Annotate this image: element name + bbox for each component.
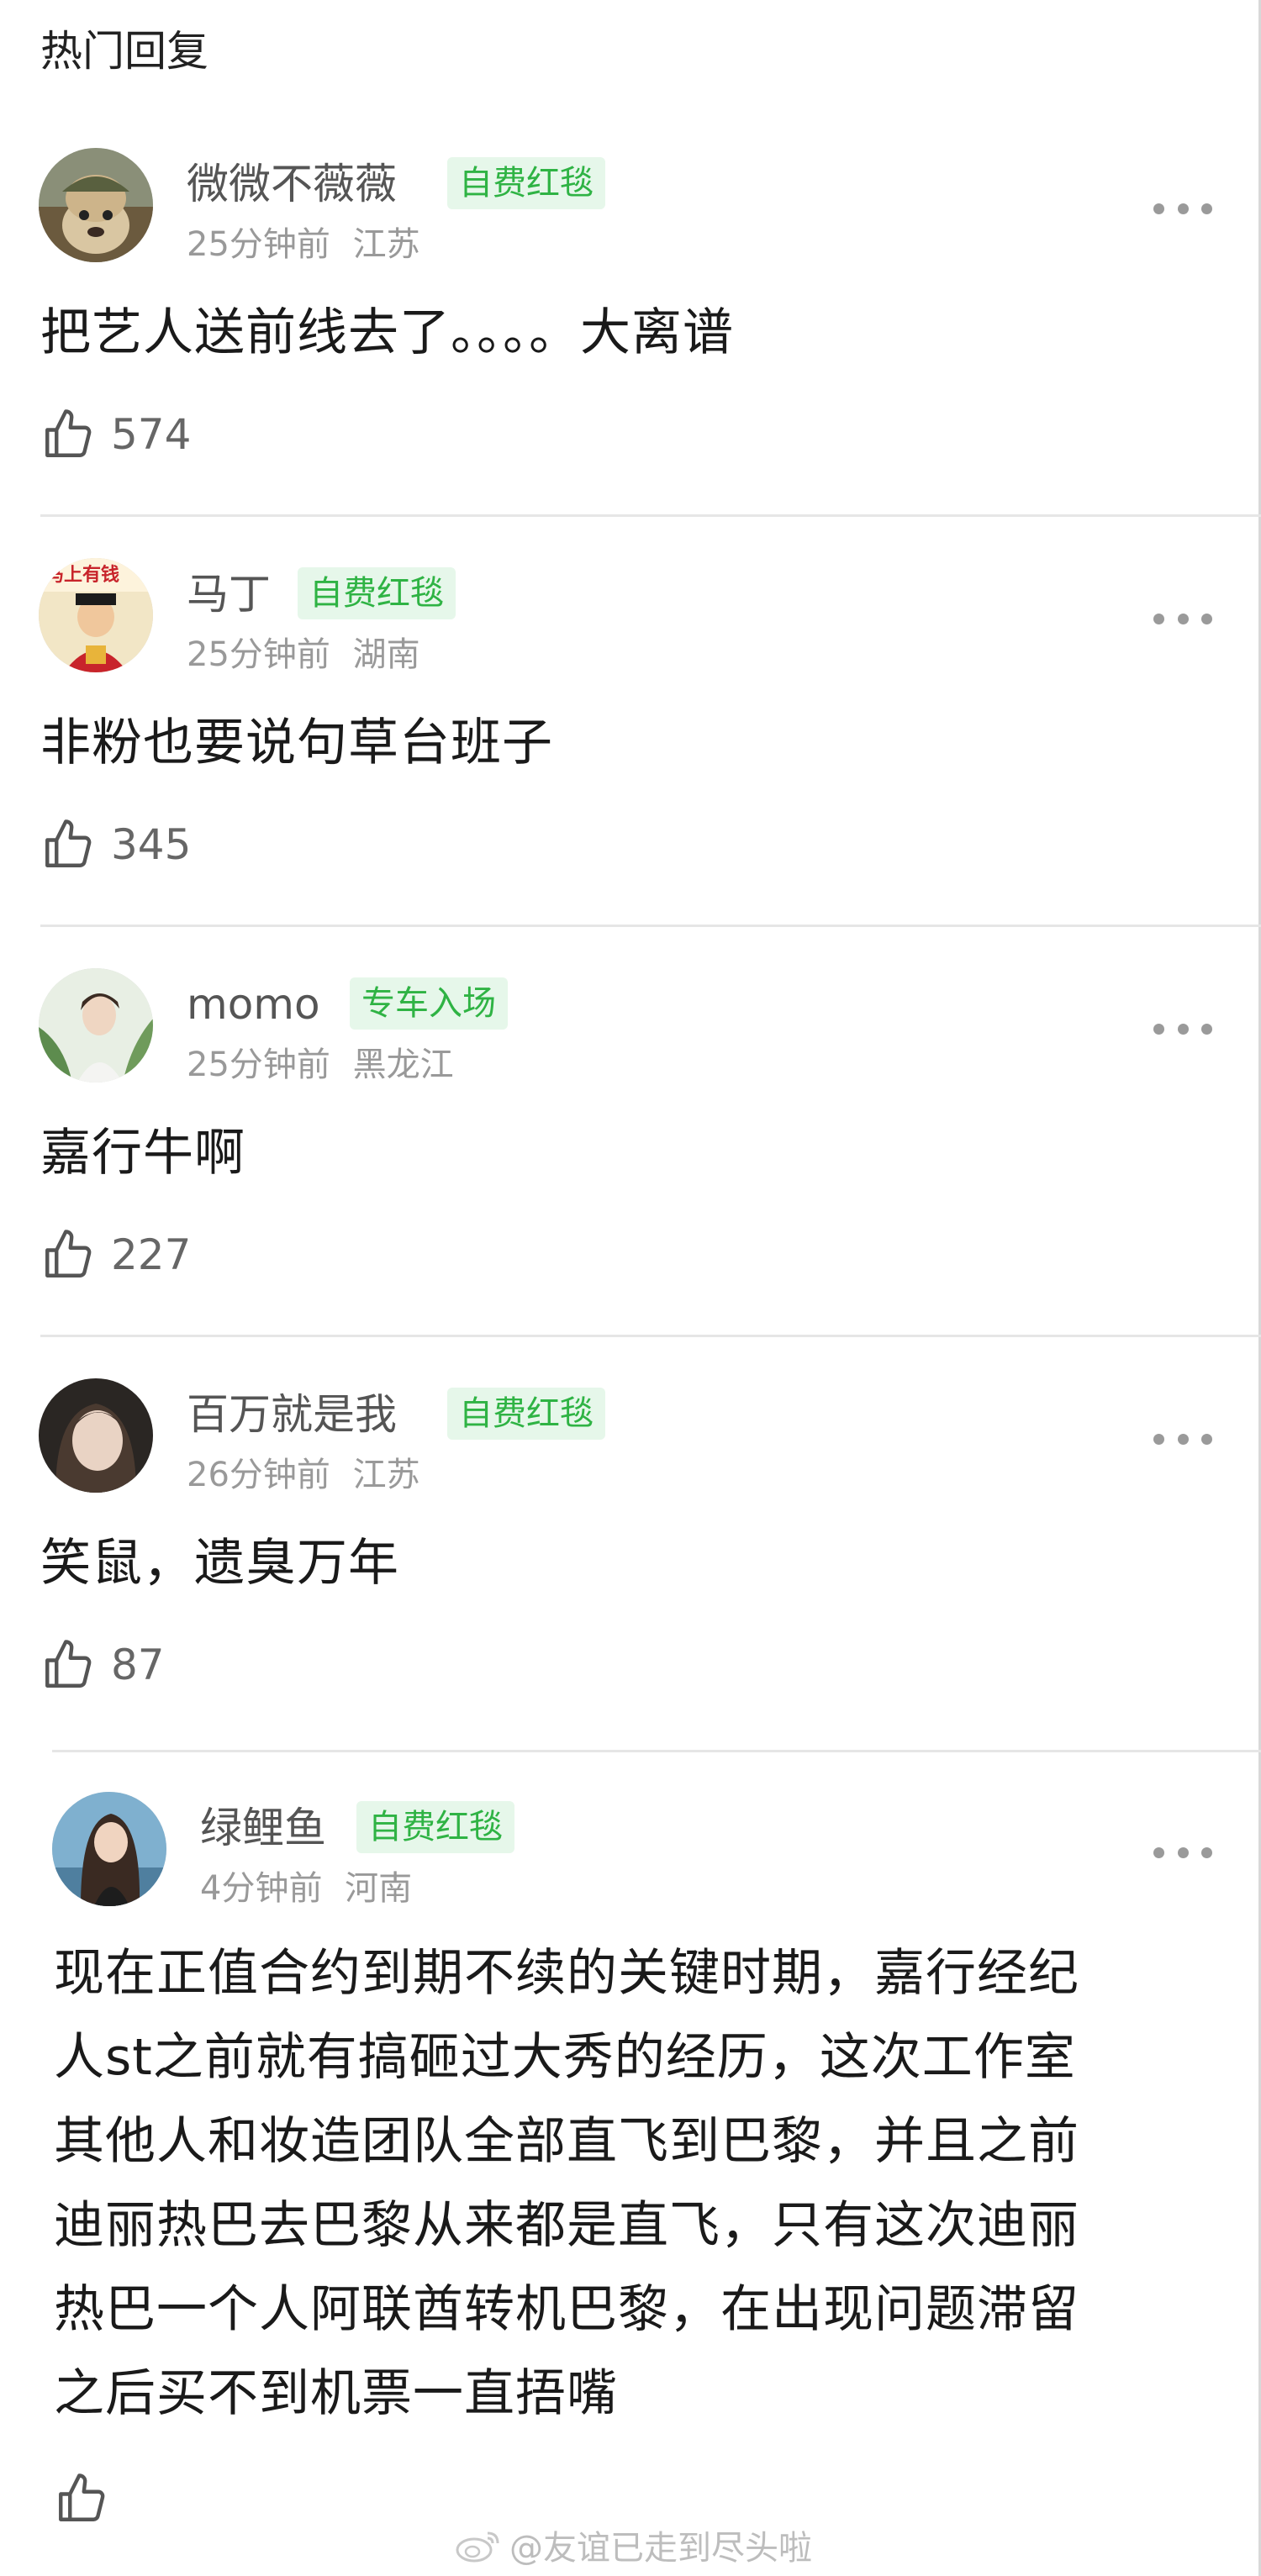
dot-icon	[1153, 1846, 1164, 1858]
thumbs-up-icon	[45, 409, 92, 457]
avatar[interactable]	[52, 1792, 166, 1906]
status-badge: 自费红毯	[356, 1801, 514, 1853]
more-options-button[interactable]	[1153, 1844, 1212, 1861]
like-button[interactable]: 87	[40, 1636, 165, 1694]
thumbs-up-icon	[59, 2473, 105, 2521]
comment-text: 现在正值合约到期不续的关键时期，嘉行经纪 人st之前就有搞砸过大秀的经历，这次工…	[54, 1931, 1214, 2436]
username[interactable]: 百万就是我	[187, 1388, 397, 1441]
dot-icon	[1177, 1846, 1189, 1858]
more-options-button[interactable]	[1153, 1020, 1212, 1037]
comment-text: 嘉行牛啊	[40, 1124, 245, 1183]
comment-text: 把艺人送前线去了。。。。大离谱	[40, 303, 734, 362]
username[interactable]: 微微不薇薇	[187, 158, 397, 210]
comment-time: 25分钟前	[187, 1046, 330, 1084]
divider	[40, 1335, 1261, 1337]
avatar[interactable]	[39, 968, 153, 1083]
comment-meta: 25分钟前 湖南	[187, 634, 420, 676]
like-button[interactable]: 227	[40, 1225, 191, 1284]
dot-icon	[1177, 613, 1189, 624]
divider	[52, 1750, 1261, 1752]
status-badge: 自费红毯	[298, 567, 456, 619]
dot-icon	[1201, 613, 1212, 624]
avatar-selfie-icon	[39, 1378, 153, 1493]
section-title: 热门回复	[40, 27, 208, 76]
username[interactable]: 马丁	[187, 568, 271, 620]
dot-icon	[1201, 1023, 1212, 1035]
divider	[40, 925, 1261, 927]
comment-time: 26分钟前	[187, 1456, 330, 1494]
like-count: 227	[111, 1230, 192, 1279]
username[interactable]: 绿鲤鱼	[200, 1802, 326, 1854]
like-button[interactable]: 574	[40, 405, 191, 464]
username[interactable]: momo	[187, 978, 320, 1030]
divider	[40, 514, 1261, 517]
dot-icon	[1153, 1433, 1164, 1445]
dot-icon	[1201, 1846, 1212, 1858]
dot-icon	[1153, 613, 1164, 624]
comment-text: 笑鼠，遗臭万年	[40, 1534, 399, 1593]
comment-time: 4分钟前	[200, 1869, 323, 1908]
dot-icon	[1177, 203, 1189, 214]
thumbs-up-icon	[45, 1230, 92, 1277]
avatar[interactable]	[39, 148, 153, 262]
thumbs-up-icon	[45, 819, 92, 867]
avatar[interactable]	[39, 1378, 153, 1493]
dot-icon	[1177, 1433, 1189, 1445]
comment-meta: 4分钟前 河南	[200, 1867, 412, 1910]
comment-time: 25分钟前	[187, 635, 330, 674]
comment-location: 湖南	[352, 635, 420, 674]
comment-text-line: 人st之前就有搞砸过大秀的经历，这次工作室	[54, 2028, 1076, 2087]
more-options-button[interactable]	[1153, 200, 1212, 217]
like-count: 574	[111, 410, 192, 459]
watermark-text: @友谊已走到尽头啦	[509, 2529, 812, 2568]
comment-text: 非粉也要说句草台班子	[40, 714, 553, 772]
like-count: 87	[111, 1641, 165, 1689]
avatar-cat-icon	[39, 148, 153, 262]
thumbs-up-icon	[45, 1640, 92, 1688]
avatar-woman-icon	[52, 1792, 166, 1906]
comment-text-line: 热巴一个人阿联酋转机巴黎，在出现问题滞留	[54, 2280, 1079, 2339]
avatar-portrait-icon	[39, 968, 153, 1083]
comment-location: 黑龙江	[352, 1046, 454, 1084]
comment-meta: 25分钟前 黑龙江	[187, 1044, 454, 1086]
comment-text-line: 现在正值合约到期不续的关键时期，嘉行经纪	[54, 1944, 1079, 2003]
comment-meta: 25分钟前 江苏	[187, 224, 420, 266]
avatar[interactable]: 马上有钱	[39, 558, 153, 672]
dot-icon	[1177, 1023, 1189, 1035]
dot-icon	[1153, 1023, 1164, 1035]
comment-location: 江苏	[352, 1456, 420, 1494]
comment-text-line: 之后买不到机票一直捂嘴	[54, 2364, 618, 2423]
dot-icon	[1153, 203, 1164, 214]
status-badge: 自费红毯	[447, 157, 605, 209]
like-button[interactable]	[54, 2469, 124, 2528]
dot-icon	[1201, 203, 1212, 214]
status-badge: 自费红毯	[447, 1388, 605, 1440]
weibo-logo-icon	[456, 2531, 499, 2563]
more-options-button[interactable]	[1153, 610, 1212, 627]
like-count: 345	[111, 820, 192, 869]
comment-text-line: 其他人和妆造团队全部直飞到巴黎，并且之前	[54, 2112, 1079, 2171]
dot-icon	[1201, 1433, 1212, 1445]
comment-time: 25分钟前	[187, 225, 330, 264]
comment-meta: 26分钟前 江苏	[187, 1454, 420, 1496]
more-options-button[interactable]	[1153, 1430, 1212, 1447]
avatar-caption: 马上有钱	[45, 565, 120, 586]
watermark: @友谊已走到尽头啦	[454, 2520, 812, 2570]
comment-text-line: 迪丽热巴去巴黎从来都是直飞，只有这次迪丽	[54, 2196, 1079, 2255]
comment-location: 河南	[345, 1869, 413, 1908]
status-badge: 专车入场	[350, 977, 508, 1030]
like-button[interactable]: 345	[40, 815, 191, 874]
comment-location: 江苏	[352, 225, 420, 264]
